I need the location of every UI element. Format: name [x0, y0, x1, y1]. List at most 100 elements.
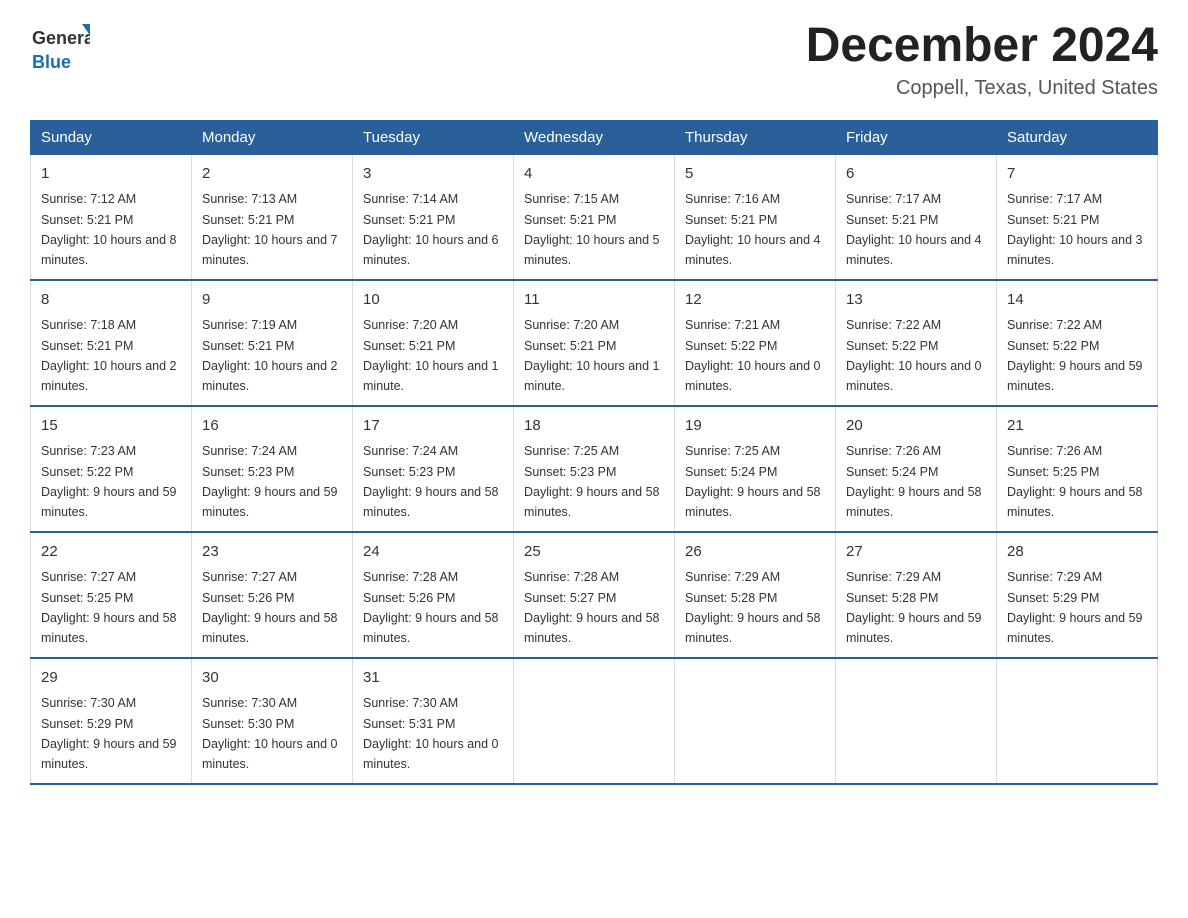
calendar-cell: 15Sunrise: 7:23 AMSunset: 5:22 PMDayligh… — [31, 406, 192, 532]
day-info: Sunrise: 7:30 AMSunset: 5:29 PMDaylight:… — [41, 696, 177, 771]
day-number: 8 — [41, 289, 181, 312]
day-info: Sunrise: 7:12 AMSunset: 5:21 PMDaylight:… — [41, 192, 177, 267]
calendar-week-row: 8Sunrise: 7:18 AMSunset: 5:21 PMDaylight… — [31, 280, 1158, 406]
calendar-cell: 8Sunrise: 7:18 AMSunset: 5:21 PMDaylight… — [31, 280, 192, 406]
day-info: Sunrise: 7:19 AMSunset: 5:21 PMDaylight:… — [202, 318, 338, 393]
calendar-cell: 26Sunrise: 7:29 AMSunset: 5:28 PMDayligh… — [675, 532, 836, 658]
day-info: Sunrise: 7:26 AMSunset: 5:24 PMDaylight:… — [846, 444, 982, 519]
day-number: 23 — [202, 541, 342, 564]
svg-text:Blue: Blue — [32, 52, 71, 72]
day-number: 12 — [685, 289, 825, 312]
calendar-cell: 27 Sunrise: 7:29 AMSunset: 5:28 PMDayligh… — [836, 532, 997, 658]
day-info: Sunrise: 7:25 AMSunset: 5:24 PMDaylight:… — [685, 444, 821, 519]
day-info: Sunrise: 7:17 AMSunset: 5:21 PMDaylight:… — [1007, 192, 1143, 267]
day-number: 6 — [846, 163, 986, 186]
col-thursday: Thursday — [675, 120, 836, 154]
calendar-cell: 21Sunrise: 7:26 AMSunset: 5:25 PMDayligh… — [997, 406, 1158, 532]
calendar-cell: 22 Sunrise: 7:27 AMSunset: 5:25 PMDayligh… — [31, 532, 192, 658]
day-info: Sunrise: 7:22 AMSunset: 5:22 PMDaylight:… — [1007, 318, 1143, 393]
calendar-cell: 31 Sunrise: 7:30 AMSunset: 5:31 PMDayligh… — [353, 658, 514, 784]
day-info: Sunrise: 7:24 AMSunset: 5:23 PMDaylight:… — [363, 444, 499, 519]
day-info: Sunrise: 7:14 AMSunset: 5:21 PMDaylight:… — [363, 192, 499, 267]
day-number: 10 — [363, 289, 503, 312]
calendar-cell: 24 Sunrise: 7:28 AMSunset: 5:26 PMDayligh… — [353, 532, 514, 658]
calendar-cell: 30Sunrise: 7:30 AMSunset: 5:30 PMDayligh… — [192, 658, 353, 784]
calendar-cell: 23 Sunrise: 7:27 AMSunset: 5:26 PMDayligh… — [192, 532, 353, 658]
day-info: Sunrise: 7:21 AMSunset: 5:22 PMDaylight:… — [685, 318, 821, 393]
day-info: Sunrise: 7:24 AMSunset: 5:23 PMDaylight:… — [202, 444, 338, 519]
day-info: Sunrise: 7:20 AMSunset: 5:21 PMDaylight:… — [524, 318, 660, 393]
col-saturday: Saturday — [997, 120, 1158, 154]
day-info: Sunrise: 7:15 AMSunset: 5:21 PMDaylight:… — [524, 192, 660, 267]
day-info: Sunrise: 7:30 AMSunset: 5:31 PMDaylight:… — [363, 696, 499, 771]
calendar-cell: 18 Sunrise: 7:25 AMSunset: 5:23 PMDayligh… — [514, 406, 675, 532]
day-number: 18 — [524, 415, 664, 438]
location-subtitle: Coppell, Texas, United States — [806, 77, 1158, 100]
day-number: 24 — [363, 541, 503, 564]
calendar-body: 1 Sunrise: 7:12 AMSunset: 5:21 PMDaylight… — [31, 154, 1158, 784]
calendar-cell: 7 Sunrise: 7:17 AMSunset: 5:21 PMDaylight… — [997, 154, 1158, 280]
day-info: Sunrise: 7:29 AMSunset: 5:28 PMDaylight:… — [846, 570, 982, 645]
day-info: Sunrise: 7:26 AMSunset: 5:25 PMDaylight:… — [1007, 444, 1143, 519]
day-number: 22 — [41, 541, 181, 564]
calendar-week-row: 29 Sunrise: 7:30 AMSunset: 5:29 PMDayligh… — [31, 658, 1158, 784]
day-number: 25 — [524, 541, 664, 564]
calendar-cell: 12 Sunrise: 7:21 AMSunset: 5:22 PMDayligh… — [675, 280, 836, 406]
calendar-week-row: 22 Sunrise: 7:27 AMSunset: 5:25 PMDayligh… — [31, 532, 1158, 658]
day-number: 13 — [846, 289, 986, 312]
calendar-cell: 25 Sunrise: 7:28 AMSunset: 5:27 PMDayligh… — [514, 532, 675, 658]
day-number: 28 — [1007, 541, 1147, 564]
calendar-cell: 28Sunrise: 7:29 AMSunset: 5:29 PMDayligh… — [997, 532, 1158, 658]
day-number: 26 — [685, 541, 825, 564]
day-info: Sunrise: 7:27 AMSunset: 5:25 PMDaylight:… — [41, 570, 177, 645]
day-number: 2 — [202, 163, 342, 186]
day-number: 19 — [685, 415, 825, 438]
calendar-header: Sunday Monday Tuesday Wednesday Thursday… — [31, 120, 1158, 154]
title-block: December 2024 Coppell, Texas, United Sta… — [806, 20, 1158, 100]
day-number: 9 — [202, 289, 342, 312]
day-number: 15 — [41, 415, 181, 438]
col-friday: Friday — [836, 120, 997, 154]
day-number: 1 — [41, 163, 181, 186]
day-info: Sunrise: 7:13 AMSunset: 5:21 PMDaylight:… — [202, 192, 338, 267]
day-info: Sunrise: 7:27 AMSunset: 5:26 PMDaylight:… — [202, 570, 338, 645]
day-number: 27 — [846, 541, 986, 564]
day-number: 29 — [41, 667, 181, 690]
month-year-title: December 2024 — [806, 20, 1158, 73]
calendar-cell: 3 Sunrise: 7:14 AMSunset: 5:21 PMDaylight… — [353, 154, 514, 280]
calendar-cell: 9 Sunrise: 7:19 AMSunset: 5:21 PMDaylight… — [192, 280, 353, 406]
day-number: 5 — [685, 163, 825, 186]
logo: General Blue — [30, 20, 90, 75]
logo-svg: General Blue — [30, 20, 90, 75]
day-number: 17 — [363, 415, 503, 438]
col-tuesday: Tuesday — [353, 120, 514, 154]
calendar-table: Sunday Monday Tuesday Wednesday Thursday… — [30, 120, 1158, 785]
calendar-cell: 29 Sunrise: 7:30 AMSunset: 5:29 PMDayligh… — [31, 658, 192, 784]
day-number: 3 — [363, 163, 503, 186]
day-number: 31 — [363, 667, 503, 690]
page-header: General Blue December 2024 Coppell, Texa… — [30, 20, 1158, 100]
calendar-cell: 17 Sunrise: 7:24 AMSunset: 5:23 PMDayligh… — [353, 406, 514, 532]
calendar-cell: 14Sunrise: 7:22 AMSunset: 5:22 PMDayligh… — [997, 280, 1158, 406]
day-number: 11 — [524, 289, 664, 312]
calendar-cell: 16Sunrise: 7:24 AMSunset: 5:23 PMDayligh… — [192, 406, 353, 532]
day-number: 20 — [846, 415, 986, 438]
svg-text:General: General — [32, 28, 90, 48]
calendar-cell — [997, 658, 1158, 784]
calendar-cell: 6 Sunrise: 7:17 AMSunset: 5:21 PMDaylight… — [836, 154, 997, 280]
calendar-cell — [836, 658, 997, 784]
day-info: Sunrise: 7:20 AMSunset: 5:21 PMDaylight:… — [363, 318, 499, 393]
day-number: 7 — [1007, 163, 1147, 186]
calendar-cell: 11 Sunrise: 7:20 AMSunset: 5:21 PMDayligh… — [514, 280, 675, 406]
calendar-cell: 10 Sunrise: 7:20 AMSunset: 5:21 PMDayligh… — [353, 280, 514, 406]
calendar-cell — [514, 658, 675, 784]
calendar-week-row: 1 Sunrise: 7:12 AMSunset: 5:21 PMDaylight… — [31, 154, 1158, 280]
day-info: Sunrise: 7:25 AMSunset: 5:23 PMDaylight:… — [524, 444, 660, 519]
day-info: Sunrise: 7:17 AMSunset: 5:21 PMDaylight:… — [846, 192, 982, 267]
calendar-cell — [675, 658, 836, 784]
day-info: Sunrise: 7:28 AMSunset: 5:27 PMDaylight:… — [524, 570, 660, 645]
day-info: Sunrise: 7:28 AMSunset: 5:26 PMDaylight:… — [363, 570, 499, 645]
day-number: 4 — [524, 163, 664, 186]
calendar-cell: 1 Sunrise: 7:12 AMSunset: 5:21 PMDaylight… — [31, 154, 192, 280]
col-wednesday: Wednesday — [514, 120, 675, 154]
